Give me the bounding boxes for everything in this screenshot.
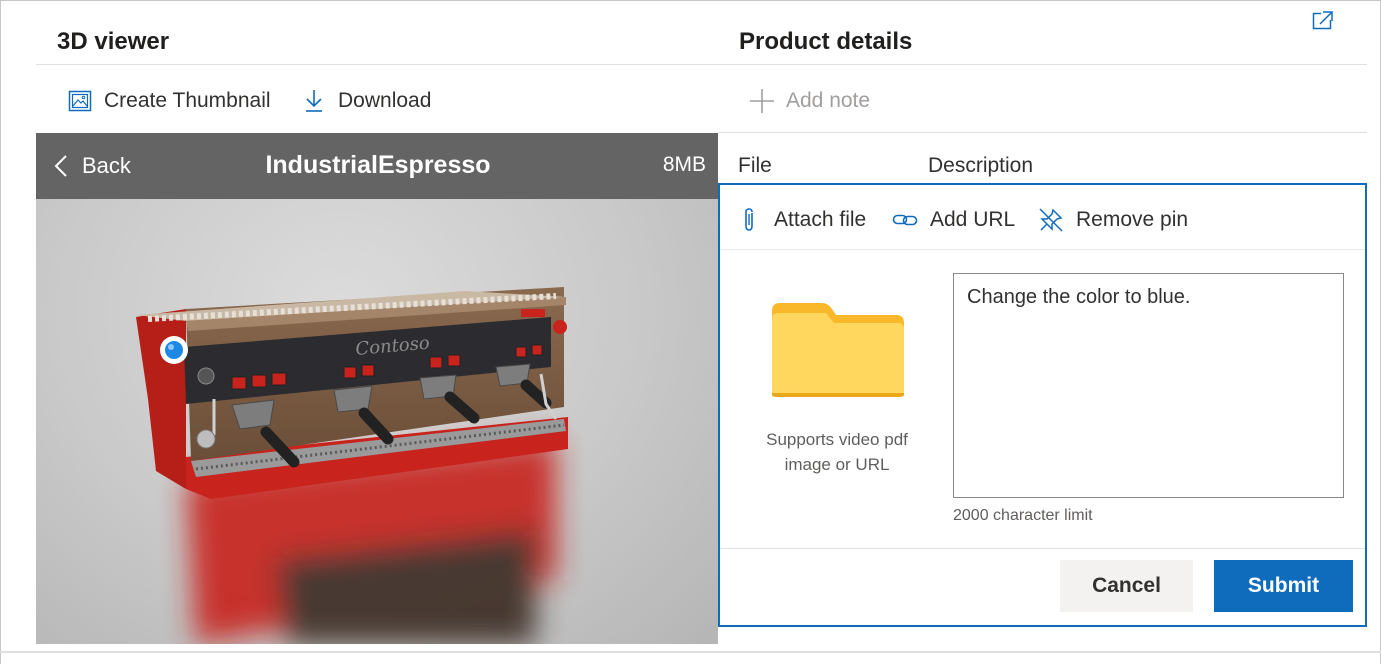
add-url-label: Add URL — [930, 208, 1016, 231]
cancel-button[interactable]: Cancel — [1060, 560, 1193, 612]
model-header-bar: Back IndustrialEspresso 8MB — [36, 133, 718, 199]
character-limit: 2000 character limit — [953, 507, 1093, 524]
add-note-panel: Attach file Add URL Remove pin Supports … — [718, 183, 1367, 627]
submit-button[interactable]: Submit — [1214, 560, 1353, 612]
add-note-button[interactable]: Add note — [748, 86, 870, 116]
model-viewport[interactable]: Contoso Back IndustrialEspresso 8MB — [36, 133, 718, 644]
create-thumbnail-button[interactable]: Create Thumbnail — [66, 86, 271, 116]
supported-file-types: Supports video pdf image or URL — [766, 430, 908, 474]
model-name-text: IndustrialEspresso — [265, 151, 491, 179]
pin-off-icon — [1038, 207, 1064, 233]
folder-icon[interactable] — [770, 299, 906, 399]
espresso-machine-model: Contoso — [136, 287, 568, 644]
add-note-label: Add note — [786, 89, 871, 112]
create-thumbnail-label: Create Thumbnail — [104, 89, 271, 112]
model-size: 8MB — [662, 153, 706, 176]
plus-icon — [748, 87, 776, 115]
download-icon — [300, 87, 328, 115]
attach-file-label: Attach file — [774, 208, 867, 231]
model-name: IndustrialEspresso — [36, 151, 718, 180]
remove-pin-button[interactable]: Remove pin — [1038, 205, 1188, 235]
remove-pin-label: Remove pin — [1076, 208, 1189, 231]
link-icon — [892, 207, 918, 233]
add-url-button[interactable]: Add URL — [892, 205, 1015, 235]
panel-footer-divider — [720, 548, 1365, 549]
description-textarea[interactable]: Change the color to blue. — [953, 273, 1344, 498]
download-label: Download — [338, 89, 432, 112]
panel-toolbar-divider — [720, 249, 1365, 250]
details-title: Product details — [739, 28, 913, 55]
attach-file-button[interactable]: Attach file — [736, 205, 866, 235]
toolbar-divider — [718, 132, 1367, 133]
paperclip-icon — [736, 207, 762, 233]
expand-icon[interactable] — [1312, 10, 1334, 30]
header-divider — [36, 64, 1367, 65]
column-header-description: Description — [928, 154, 1034, 177]
image-icon — [66, 87, 94, 115]
viewer-title: 3D viewer — [57, 28, 170, 55]
footer-divider — [0, 651, 1381, 653]
column-header-file: File — [738, 154, 772, 177]
download-button[interactable]: Download — [300, 86, 431, 116]
